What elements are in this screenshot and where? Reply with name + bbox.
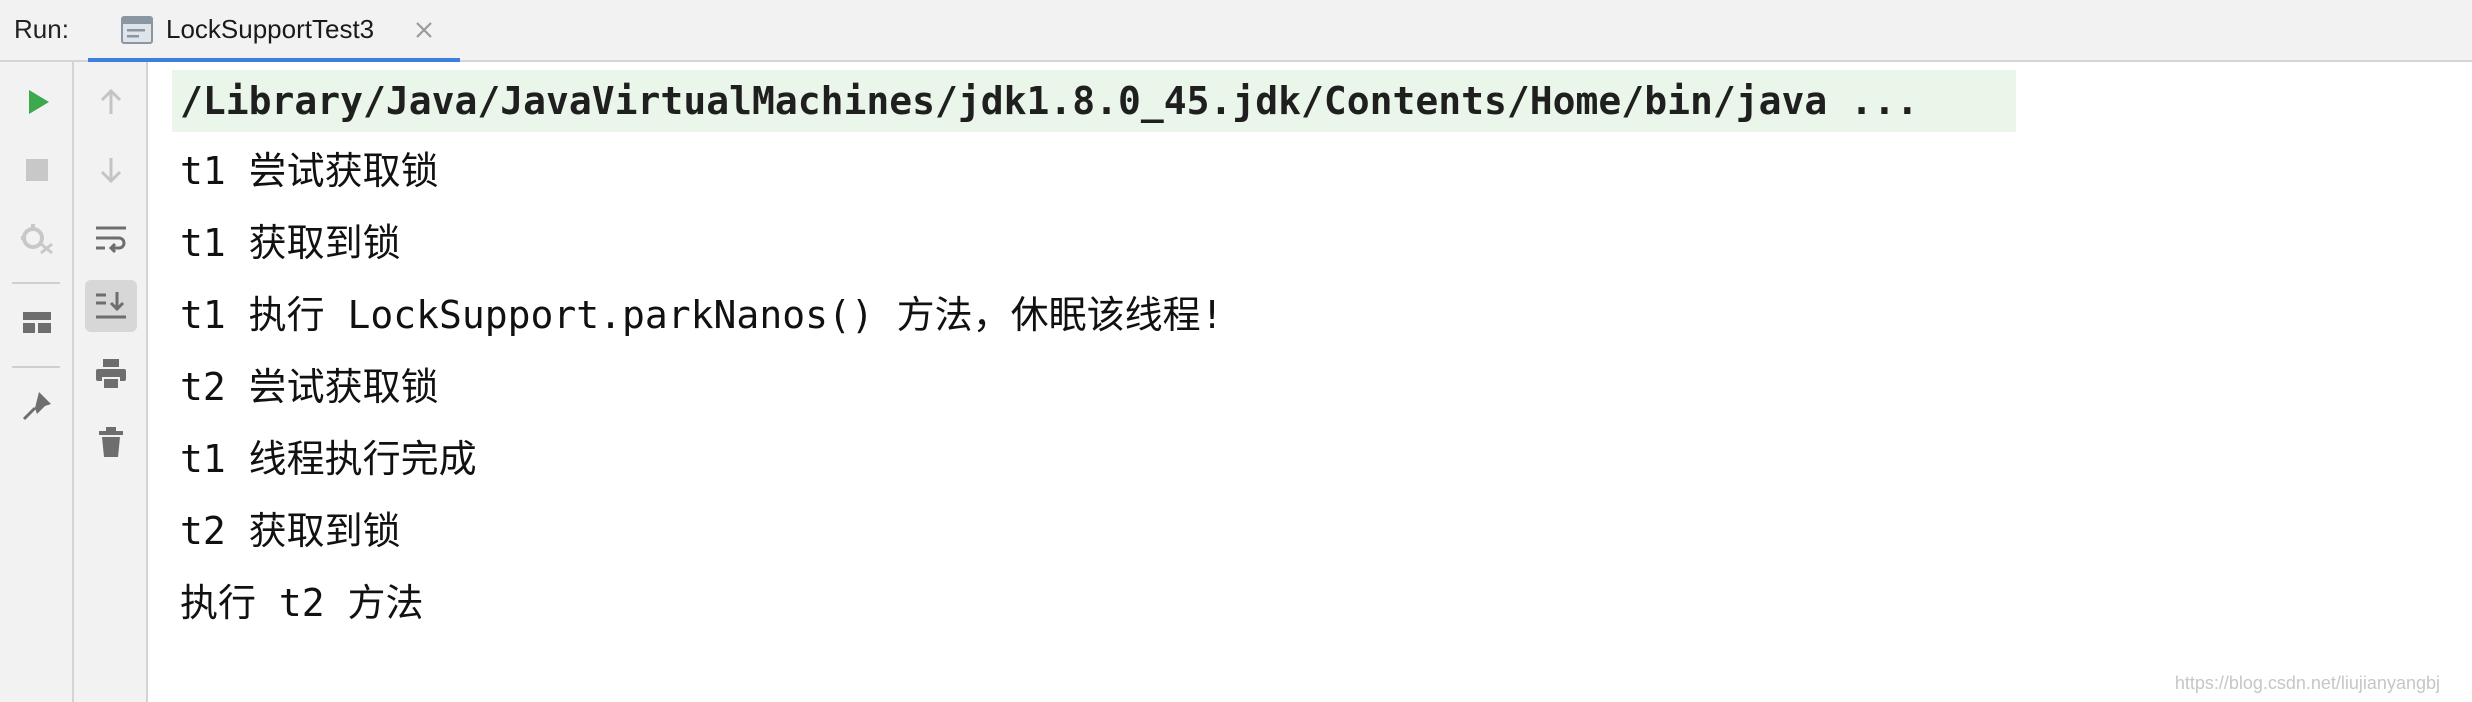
toolbar-separator [12, 366, 60, 368]
down-stack-frame-button[interactable] [85, 144, 137, 196]
layout-button[interactable] [11, 296, 63, 348]
up-stack-frame-button[interactable] [85, 76, 137, 128]
console-line: t1 获取到锁 [180, 221, 401, 265]
debug-exit-icon [21, 224, 53, 255]
soft-wrap-button[interactable] [85, 212, 137, 264]
pin-icon [22, 392, 51, 421]
play-icon [29, 90, 49, 114]
soft-wrap-icon [96, 226, 126, 254]
console-line: t1 线程执行完成 [180, 437, 477, 481]
run-label: Run: [14, 14, 69, 44]
layout-icon [23, 312, 51, 333]
console-line: t1 尝试获取锁 [180, 149, 439, 193]
tab-locksupporttest3[interactable]: LockSupportTest3 [88, 0, 460, 64]
print-icon [96, 359, 126, 390]
exit-debug-button[interactable] [11, 212, 63, 264]
tab-title: LockSupportTest3 [166, 14, 375, 44]
console-window-icon [120, 14, 154, 46]
run-actions-toolbar [0, 62, 74, 702]
print-button[interactable] [85, 348, 137, 400]
console-output[interactable]: /Library/Java/JavaVirtualMachines/jdk1.8… [148, 62, 2472, 702]
pin-button[interactable] [11, 380, 63, 432]
arrow-down-icon [100, 158, 122, 184]
console-actions-toolbar [74, 62, 148, 702]
arrow-up-icon [100, 88, 122, 114]
console-line: t1 执行 LockSupport.parkNanos() 方法，休眠该线程! [180, 293, 1224, 337]
close-icon[interactable] [410, 16, 438, 44]
rerun-button[interactable] [11, 76, 63, 128]
stop-button[interactable] [11, 144, 63, 196]
console-line: 执行 t2 方法 [180, 581, 424, 625]
stop-icon [26, 159, 48, 181]
watermark: https://blog.csdn.net/liujianyangbj [2174, 673, 2440, 693]
trash-icon [99, 427, 123, 457]
toolbar-separator [12, 282, 60, 284]
run-tool-window-header: Run: LockSupportTest3 [0, 0, 2472, 64]
console-line: t2 尝试获取锁 [180, 365, 439, 409]
console-command-line: /Library/Java/JavaVirtualMachines/jdk1.8… [172, 70, 2016, 132]
scroll-to-end-icon [96, 292, 126, 319]
scroll-to-end-button[interactable] [85, 280, 137, 332]
console-line: t2 获取到锁 [180, 509, 401, 553]
clear-all-button[interactable] [85, 416, 137, 468]
